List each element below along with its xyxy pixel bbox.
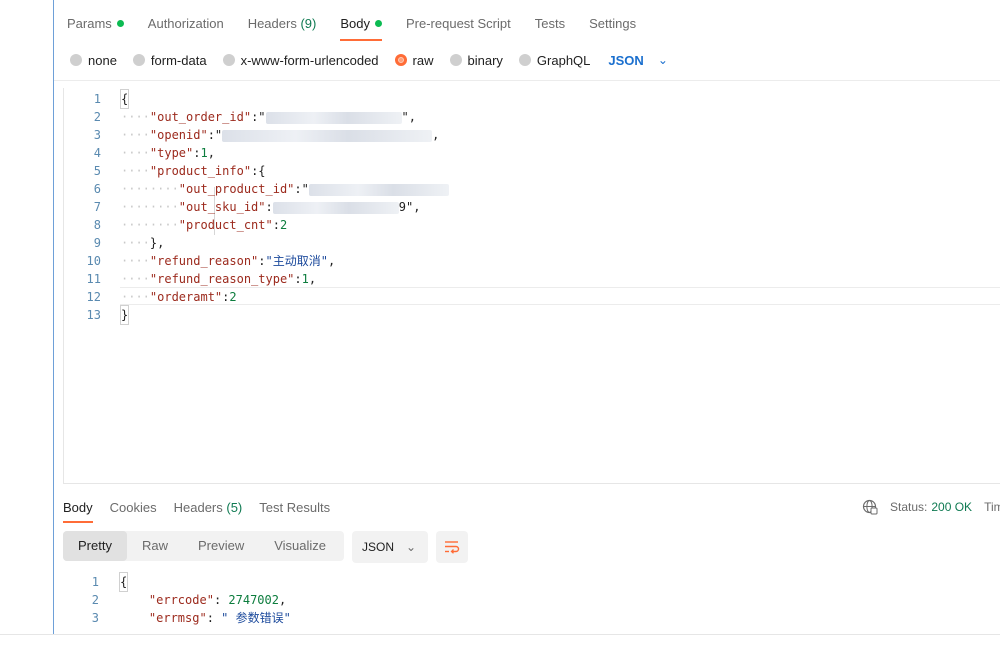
radio-circle-icon [518,54,531,66]
code-line: 7 ········"out_sku_id": 9", [93,200,421,214]
raw-format-dropdown[interactable]: JSON ⌄ [608,53,667,68]
divider [54,80,1000,81]
response-tabs: Body Cookies Headers (5) Test Results [63,490,1000,524]
view-preview-button[interactable]: Preview [183,531,259,561]
radio-circle-icon [70,54,82,66]
code-line: 10 ····"refund_reason":"主动取消", [86,254,336,268]
chevron-down-icon: ⌄ [406,540,417,554]
radio-x-www-form-urlencoded[interactable]: x-www-form-urlencoded [222,53,379,68]
request-tabs: Params Authorization Headers (9) Body Pr… [54,0,1000,44]
tab-body[interactable]: Body [340,0,382,41]
response-status: Status: 200 OK Tim [862,499,1000,515]
redacted-value [308,183,449,196]
params-indicator-dot [116,20,124,27]
response-body-viewer[interactable]: 1{ 2 "errcode": 2747002, 3 "errmsg": " 参… [63,572,1000,634]
redacted-value [265,111,402,124]
status-code[interactable]: 200 OK [931,500,972,514]
view-raw-button[interactable]: Raw [127,531,183,561]
response-tab-headers[interactable]: Headers (5) [174,490,243,523]
divider [0,634,1000,635]
code-line: 3 ····"openid":", [93,128,440,142]
code-line: 9 ····}, [93,236,165,250]
response-tab-cookies[interactable]: Cookies [110,490,157,523]
view-visualize-button[interactable]: Visualize [259,531,341,561]
code-line: 12 ····"orderamt":2 [86,290,237,304]
tab-authorization[interactable]: Authorization [148,0,224,41]
radio-binary[interactable]: binary [449,53,503,68]
tab-settings[interactable]: Settings [589,0,636,41]
code-line: 13} [86,305,130,325]
radio-graphql[interactable]: GraphQL [518,53,590,68]
wrap-lines-icon [445,541,460,554]
body-indicator-dot [374,20,382,27]
response-headers-count: (5) [226,500,243,515]
code-line: 5 ····"product_info":{ [93,164,266,178]
response-time-label[interactable]: Tim [984,500,1000,514]
response-view-mode: Pretty Raw Preview Visualize [63,531,344,561]
code-line: 3 "errmsg": " 参数错误" [91,611,291,625]
response-tab-test-results[interactable]: Test Results [259,490,330,523]
code-line: 2 ····"out_order_id":" ", [93,110,416,124]
code-line: 2 "errcode": 2747002, [91,593,287,607]
code-line: 8 ········"product_cnt":2 [93,218,288,232]
code-line: 1{ [93,89,130,109]
response-format-dropdown[interactable]: JSON ⌄ [352,531,428,563]
radio-circle-icon [222,54,235,66]
redacted-value [222,129,433,142]
tab-params[interactable]: Params [67,0,124,41]
radio-none[interactable]: none [70,53,117,68]
response-tab-body[interactable]: Body [63,490,93,523]
radio-circle-icon [132,54,145,66]
code-line: 6 ········"out_product_id":" [64,180,1000,198]
tab-headers[interactable]: Headers (9) [248,0,317,41]
code-line: 4 ····"type":1, [93,146,215,160]
body-type-selector: none form-data x-www-form-urlencoded raw… [70,50,668,70]
headers-count: (9) [300,16,317,31]
request-body-editor[interactable]: 1{ 2 ····"out_order_id":" ", 3 ····"openid"… [63,88,1000,484]
wrap-lines-button[interactable] [436,531,468,563]
code-line: 11 ····"refund_reason_type":1, [86,272,317,286]
radio-circle-icon [449,54,462,66]
radio-selected-icon [394,54,407,66]
tab-tests[interactable]: Tests [535,0,565,41]
radio-form-data[interactable]: form-data [132,53,207,68]
left-panel-edge [0,0,54,634]
tab-pre-request-script[interactable]: Pre-request Script [406,0,511,41]
view-pretty-button[interactable]: Pretty [63,531,127,561]
globe-icon[interactable] [862,499,878,515]
redacted-value [272,201,399,214]
code-line: 1{ [91,572,129,592]
chevron-down-icon: ⌄ [657,53,668,67]
radio-raw[interactable]: raw [394,53,434,68]
